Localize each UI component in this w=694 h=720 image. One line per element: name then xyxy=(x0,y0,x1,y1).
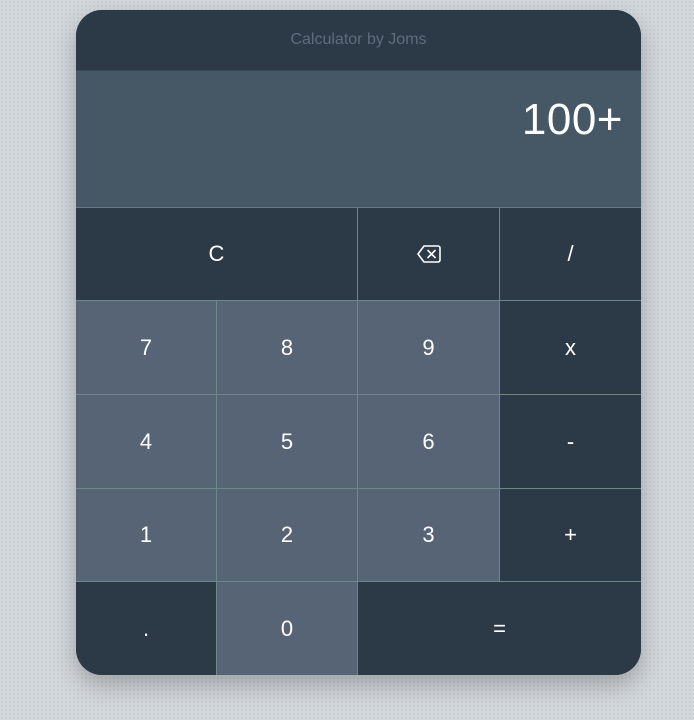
digit-3-button[interactable]: 3 xyxy=(358,489,500,582)
digit-8-button[interactable]: 8 xyxy=(217,301,358,395)
digit-1-button[interactable]: 1 xyxy=(76,489,217,582)
display-panel: 100+ xyxy=(76,70,641,207)
equals-button-label: = xyxy=(493,616,506,641)
calculator-window: Calculator by Joms 100+ C / 7 8 9 x 4 5 … xyxy=(76,10,641,675)
digit-0-button[interactable]: 0 xyxy=(217,582,358,675)
digit-5-button[interactable]: 5 xyxy=(217,395,358,489)
digit-9-label: 9 xyxy=(422,334,435,360)
digit-9-button[interactable]: 9 xyxy=(358,301,500,395)
clear-button-label: C xyxy=(208,241,225,266)
digit-7-label: 7 xyxy=(139,334,153,360)
divide-button-label: / xyxy=(567,241,574,266)
digit-0-label: 0 xyxy=(280,616,294,641)
digit-2-button[interactable]: 2 xyxy=(217,489,358,582)
keypad: C / 7 8 9 x 4 5 6 - 1 2 3 + . 0 = xyxy=(76,207,641,675)
digit-3-label: 3 xyxy=(422,522,435,547)
title-bar: Calculator by Joms xyxy=(76,10,641,70)
equals-button[interactable]: = xyxy=(358,582,641,675)
display-value: 100+ xyxy=(521,95,623,144)
multiply-button[interactable]: x xyxy=(500,301,641,395)
add-button-label: + xyxy=(564,522,577,547)
digit-6-label: 6 xyxy=(422,428,435,454)
backspace-button[interactable] xyxy=(358,208,500,301)
digit-1-label: 1 xyxy=(139,522,153,547)
divide-button[interactable]: / xyxy=(500,208,641,301)
digit-4-button[interactable]: 4 xyxy=(76,395,217,489)
digit-6-button[interactable]: 6 xyxy=(358,395,500,489)
subtract-button-label: - xyxy=(566,428,575,454)
backspace-icon xyxy=(416,245,441,263)
clear-button[interactable]: C xyxy=(76,208,358,301)
digit-8-label: 8 xyxy=(280,334,294,360)
digit-4-label: 4 xyxy=(139,428,153,454)
add-button[interactable]: + xyxy=(500,489,641,582)
multiply-button-label: x xyxy=(565,334,576,360)
app-title: Calculator by Joms xyxy=(290,31,427,48)
decimal-button-label: . xyxy=(142,616,150,641)
digit-7-button[interactable]: 7 xyxy=(76,301,217,395)
digit-2-label: 2 xyxy=(280,522,294,547)
digit-5-label: 5 xyxy=(280,428,294,454)
subtract-button[interactable]: - xyxy=(500,395,641,489)
decimal-button[interactable]: . xyxy=(76,582,217,675)
